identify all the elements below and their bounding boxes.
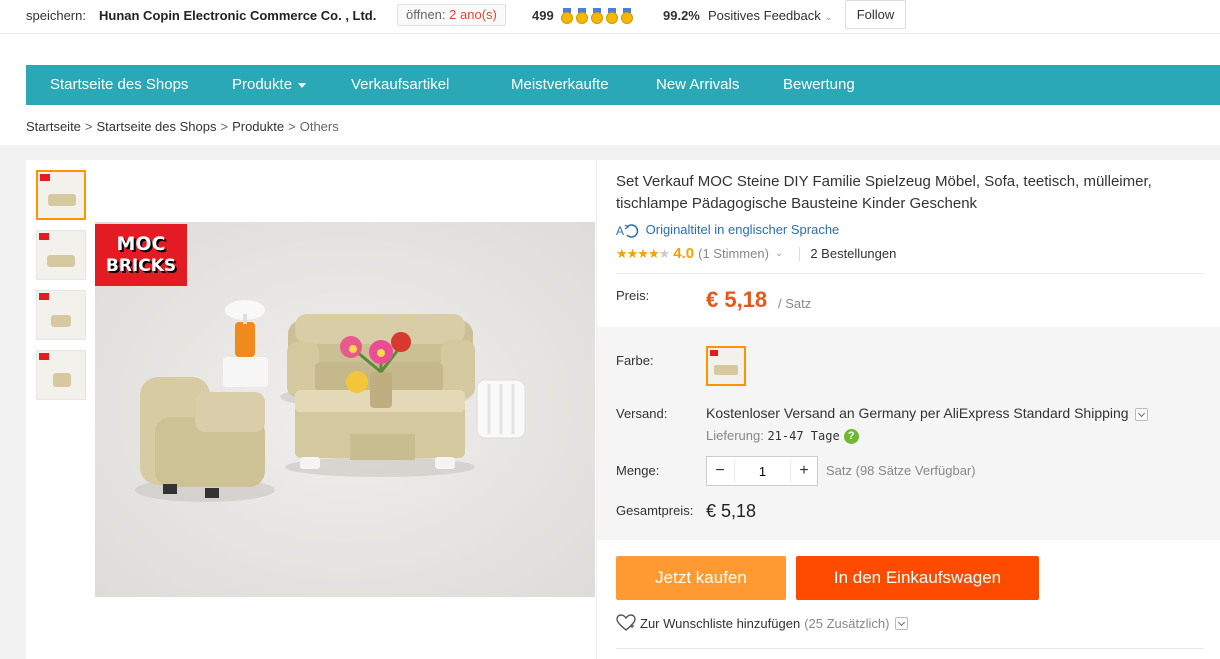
- availability-text: Satz (98 Sätze Verfügbar): [826, 463, 976, 478]
- open-label: öffnen:: [406, 7, 446, 22]
- gallery-thumb[interactable]: [36, 230, 86, 280]
- buy-now-button[interactable]: Jetzt kaufen: [616, 556, 786, 600]
- chevron-down-icon: ⌄: [824, 12, 833, 23]
- translate-icon: A: [616, 224, 639, 238]
- save-label: speichern:: [26, 8, 86, 23]
- moc-logo-icon: [710, 350, 718, 356]
- logo-line-moc: MOC: [116, 233, 166, 255]
- breadcrumb-separator: >: [288, 119, 296, 134]
- store-score: 499: [532, 8, 554, 23]
- sofa-image: [48, 194, 76, 206]
- breadcrumb-home[interactable]: Startseite: [26, 119, 81, 134]
- nav-item-bestsellers[interactable]: Meistverkaufte: [511, 65, 609, 105]
- price-value: € 5,18: [706, 287, 768, 312]
- heart-icon: [616, 614, 636, 631]
- price-label: Preis:: [616, 288, 650, 303]
- store-header-bar: speichern: Hunan Copin Electronic Commer…: [0, 0, 1220, 34]
- free-shipping-text: Kostenloser Versand an: [706, 405, 855, 421]
- store-nav: Startseite des Shops Produkte Verkaufsar…: [26, 65, 1220, 105]
- sofa-image: [47, 255, 75, 267]
- product-title: Set Verkauf MOC Steine DIY Familie Spiel…: [616, 173, 1152, 212]
- shipping-method: Germany per AliExpress Standard Shipping: [854, 405, 1129, 421]
- main-product-image[interactable]: MOC BRICKS: [95, 222, 595, 597]
- feedback-label: Positives Feedback: [708, 8, 821, 23]
- color-label: Farbe:: [616, 353, 654, 368]
- add-to-cart-button[interactable]: In den Einkaufswagen: [796, 556, 1039, 600]
- divider: [799, 246, 801, 261]
- wishlist-count: (25 Zusätzlich): [804, 615, 890, 631]
- moc-bricks-logo: MOC BRICKS: [95, 224, 187, 286]
- nav-item-sale[interactable]: Verkaufsartikel: [351, 65, 449, 105]
- open-years: 2 ano(s): [449, 7, 497, 22]
- store-name-link[interactable]: Hunan Copin Electronic Commerce Co. , Lt…: [99, 8, 376, 23]
- total-label: Gesamtpreis:: [616, 503, 694, 518]
- nav-item-products-label: Produkte: [232, 76, 293, 93]
- breadcrumb-separator: >: [84, 119, 93, 134]
- wishlist-label: Zur Wunschliste hinzufügen: [640, 615, 801, 631]
- quantity-stepper: − +: [706, 456, 818, 486]
- chevron-down-icon[interactable]: ⌄: [775, 248, 783, 259]
- gallery-thumb[interactable]: [36, 170, 86, 220]
- translate-link-label: Originaltitel in englischer Sprache: [645, 222, 840, 237]
- medal-icon: [591, 8, 603, 24]
- medal-icon: [606, 8, 618, 24]
- moc-logo-icon: [39, 353, 49, 360]
- breadcrumb-store-home[interactable]: Startseite des Shops: [97, 119, 217, 134]
- nav-item-store-home[interactable]: Startseite des Shops: [50, 65, 188, 105]
- delivery-label: Lieferung:: [706, 428, 764, 443]
- svg-text:A: A: [616, 224, 624, 238]
- follow-button[interactable]: Follow: [845, 0, 906, 29]
- shipping-dropdown[interactable]: [1134, 407, 1148, 421]
- nav-item-reviews[interactable]: Bewertung: [783, 65, 855, 105]
- quantity-increase-button[interactable]: +: [791, 457, 817, 485]
- price-unit: / Satz: [778, 296, 812, 311]
- breadcrumb-products[interactable]: Produkte: [232, 119, 284, 134]
- breadcrumb-separator: >: [220, 119, 229, 134]
- breadcrumb-others[interactable]: Others: [300, 119, 339, 134]
- shipping-info: Kostenloser Versand an Germany per AliEx…: [706, 405, 1148, 421]
- translate-link[interactable]: A Originaltitel in englischer Sprache: [616, 222, 839, 239]
- color-swatch[interactable]: [706, 346, 746, 386]
- rating-row: ★★★★★ 4.0 (1 Stimmen) ⌄ 2 Bestellungen: [616, 245, 896, 262]
- store-medals: [561, 8, 633, 24]
- help-icon[interactable]: ?: [843, 429, 859, 445]
- sofa-image: [714, 365, 738, 375]
- moc-logo-icon: [39, 233, 49, 240]
- medal-icon: [576, 8, 588, 24]
- delivery-days: 21-47 Tage: [767, 429, 840, 443]
- divider: [616, 273, 1204, 274]
- gallery-thumb[interactable]: [36, 290, 86, 340]
- table-image: [51, 315, 71, 327]
- store-open-badge: öffnen: 2 ano(s): [397, 4, 506, 26]
- quantity-input[interactable]: [734, 460, 791, 482]
- delivery-row: Lieferung: 21-47 Tage?: [706, 428, 859, 445]
- wishlist-link[interactable]: Zur Wunschliste hinzufügen (25 Zusätzlic…: [616, 614, 909, 632]
- breadcrumb: Startseite > Startseite des Shops > Produkte…: [26, 119, 339, 134]
- nav-item-products[interactable]: Produkte: [232, 65, 307, 105]
- quantity-decrease-button[interactable]: −: [707, 457, 733, 485]
- nav-item-new-arrivals[interactable]: New Arrivals: [656, 65, 739, 105]
- logo-line-bricks: BRICKS: [105, 256, 177, 276]
- shipping-label: Versand:: [616, 406, 668, 421]
- rating-score: 4.0: [673, 245, 695, 262]
- caret-down-icon: [298, 82, 307, 88]
- quantity-label: Menge:: [616, 463, 660, 478]
- moc-logo-icon: [40, 174, 50, 181]
- armchair-image: [53, 373, 71, 387]
- rating-votes[interactable]: (1 Stimmen): [698, 246, 769, 261]
- rating-stars-icon: ★★★★★: [616, 245, 670, 261]
- moc-logo-icon: [39, 293, 49, 300]
- gallery-thumb[interactable]: [36, 350, 86, 400]
- total-value: € 5,18: [706, 501, 757, 521]
- feedback-percent: 99.2%: [663, 8, 700, 23]
- wishlist-dropdown[interactable]: [895, 616, 909, 630]
- feedback-dropdown[interactable]: Positives Feedback ⌄: [708, 8, 833, 23]
- medal-icon: [621, 8, 633, 24]
- divider: [616, 648, 1204, 649]
- order-count: 2 Bestellungen: [810, 246, 897, 261]
- medal-icon: [561, 8, 573, 24]
